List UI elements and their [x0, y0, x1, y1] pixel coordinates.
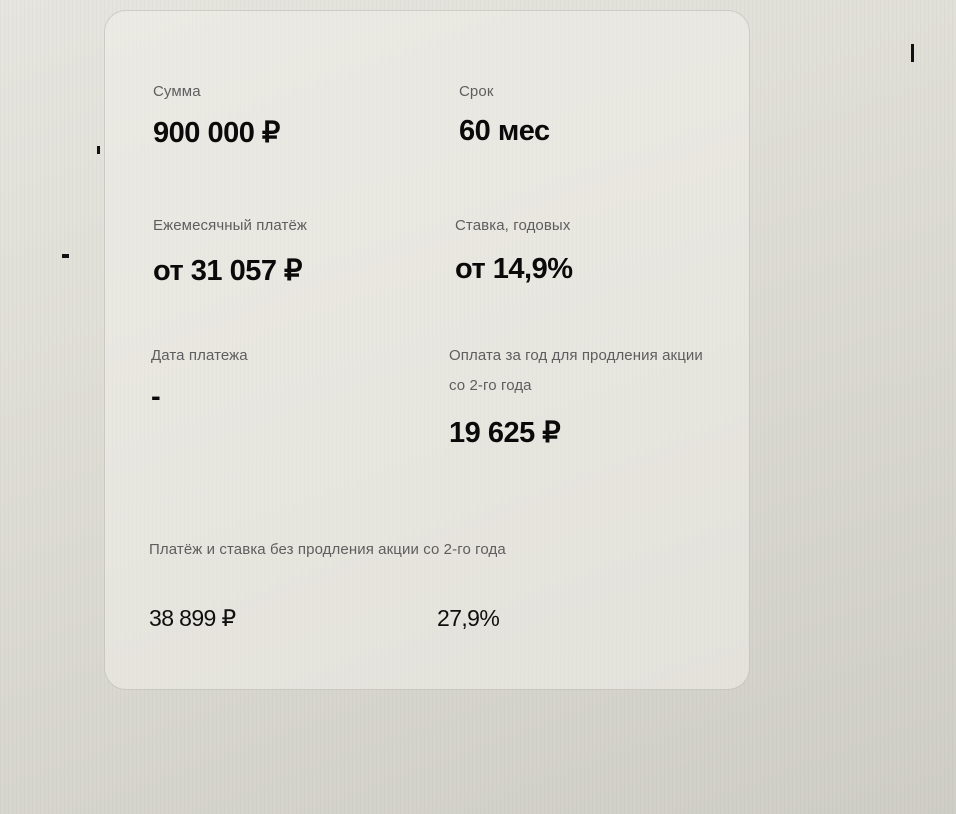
- promo-fee-value: 19 625 ₽: [449, 417, 561, 449]
- rate-label: Ставка, годовых: [455, 217, 571, 234]
- no-promo-label: Платёж и ставка без продления акции со 2…: [149, 541, 506, 558]
- monthly-payment-field: Ежемесячный платёж от 31 057 ₽: [153, 211, 307, 288]
- term-value: 60 мес: [459, 115, 550, 147]
- promo-fee-label: Оплата за год для продления акции со 2-г…: [449, 347, 703, 394]
- no-promo-field: Платёж и ставка без продления акции со 2…: [149, 535, 669, 631]
- sum-label: Сумма: [153, 83, 201, 100]
- promo-fee-field: Оплата за год для продления акции со 2-г…: [449, 341, 709, 450]
- screen-artifact: [62, 254, 69, 258]
- screen-artifact: [911, 44, 914, 62]
- rate-value: от 14,9%: [455, 253, 573, 285]
- term-field: Срок 60 мес: [459, 77, 550, 148]
- sum-field: Сумма 900 000 ₽: [153, 77, 280, 150]
- term-label: Срок: [459, 83, 494, 100]
- no-promo-rate-value: 27,9%: [437, 605, 500, 631]
- no-promo-payment-value: 38 899 ₽: [149, 605, 236, 631]
- screen-background: Сумма 900 000 ₽ Срок 60 мес Ежемесячный …: [0, 0, 956, 814]
- screen-artifact: [97, 146, 100, 154]
- payment-date-value: -: [151, 381, 161, 413]
- payment-date-field: Дата платежа -: [151, 341, 248, 414]
- payment-date-label: Дата платежа: [151, 347, 248, 364]
- rate-field: Ставка, годовых от 14,9%: [455, 211, 573, 286]
- monthly-payment-value: от 31 057 ₽: [153, 255, 302, 287]
- monthly-payment-label: Ежемесячный платёж: [153, 217, 308, 234]
- loan-summary-card: Сумма 900 000 ₽ Срок 60 мес Ежемесячный …: [104, 10, 750, 690]
- sum-value: 900 000 ₽: [153, 117, 280, 149]
